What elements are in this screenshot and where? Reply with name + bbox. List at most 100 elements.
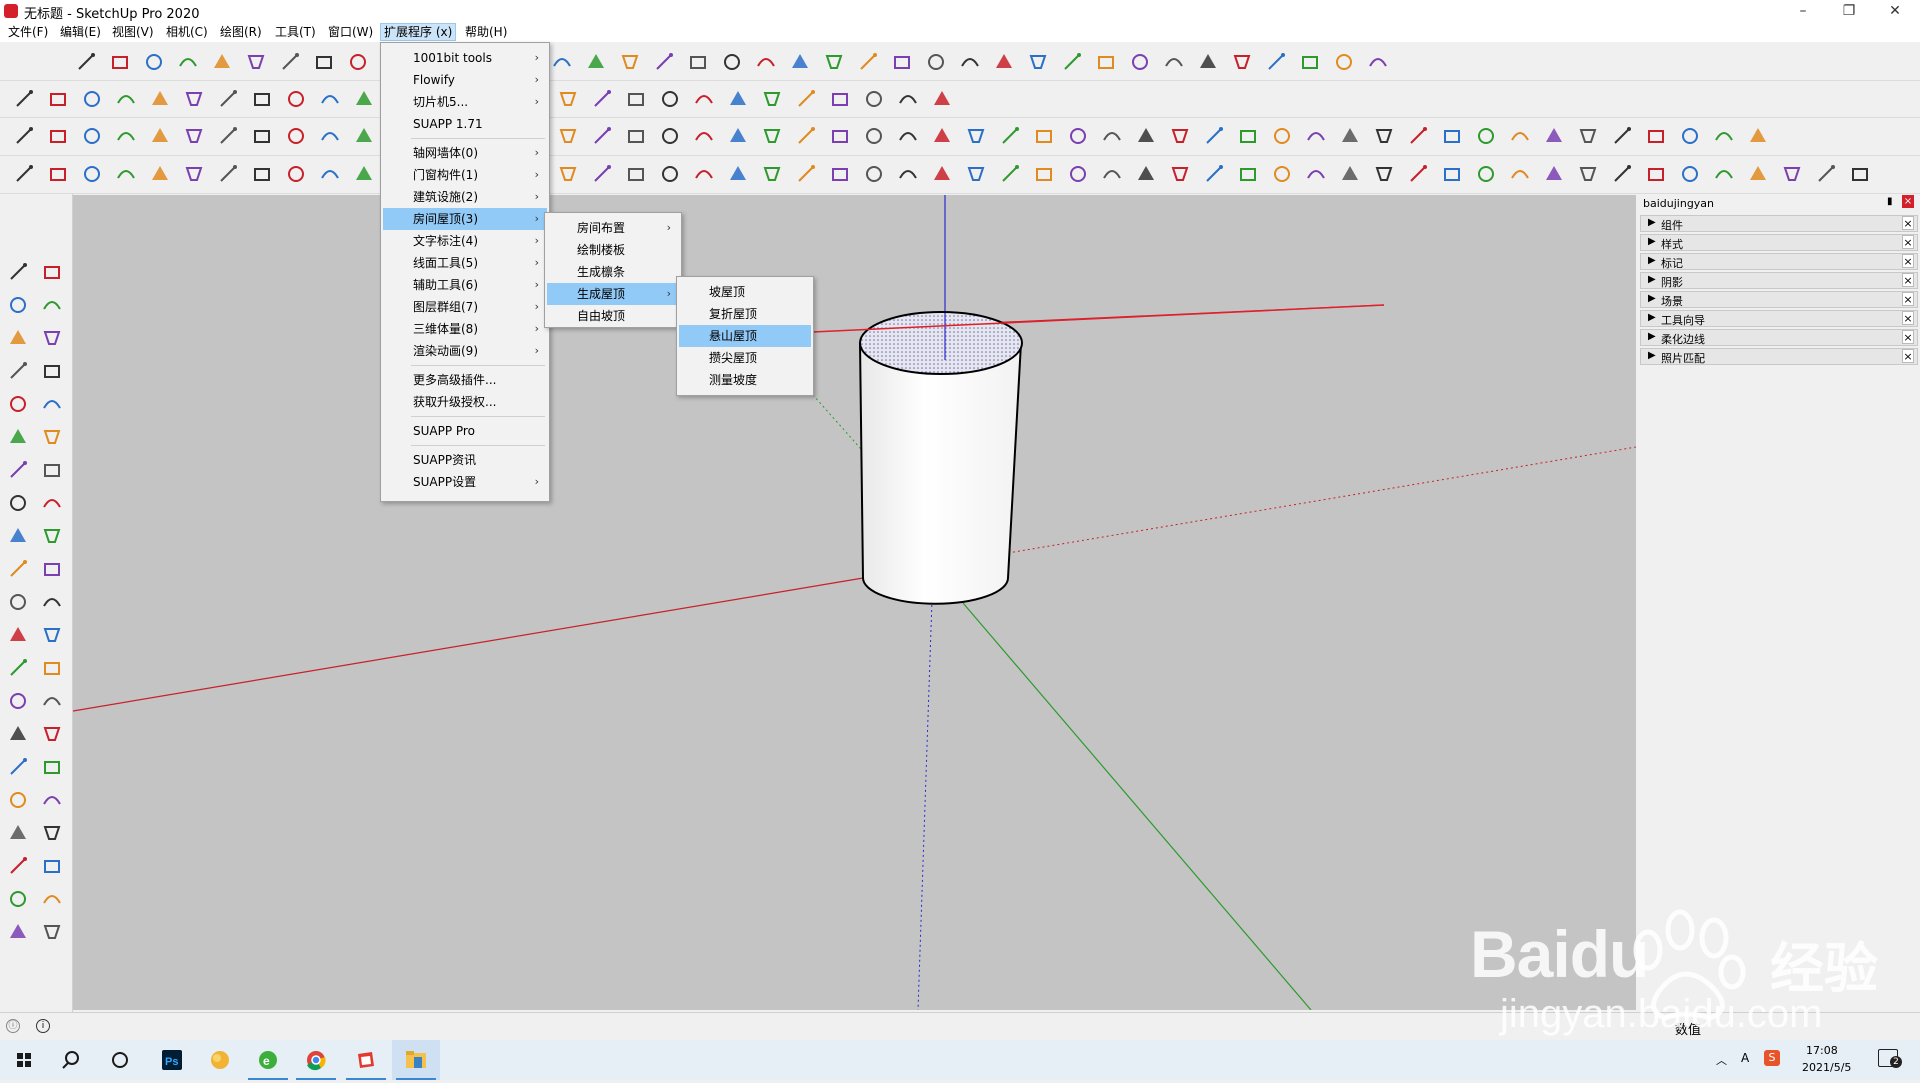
- row1-tool-icon[interactable]: [278, 50, 302, 74]
- row1-tool-icon[interactable]: [74, 50, 98, 74]
- row4-tool-icon[interactable]: [1848, 162, 1872, 186]
- palette-tool-icon[interactable]: [40, 854, 64, 878]
- roof-menu-item-4[interactable]: 测量坡度: [679, 369, 811, 391]
- row1-tool-icon[interactable]: [822, 50, 846, 74]
- row3-tool-icon[interactable]: [114, 124, 138, 148]
- row4-tool-icon[interactable]: [148, 162, 172, 186]
- info-icon[interactable]: i: [36, 1019, 50, 1033]
- row4-tool-icon[interactable]: [1372, 162, 1396, 186]
- menu-edit[interactable]: 编辑(E): [57, 24, 104, 40]
- tray-close-icon[interactable]: ×: [1902, 195, 1914, 208]
- row2-tool-icon[interactable]: [318, 87, 342, 111]
- row3-tool-icon[interactable]: [1406, 124, 1430, 148]
- tray-panel-4[interactable]: ▶ 场景 ×: [1640, 291, 1918, 308]
- row3-tool-icon[interactable]: [1610, 124, 1634, 148]
- row4-tool-icon[interactable]: [1678, 162, 1702, 186]
- ext-menu-item-11[interactable]: 图层群组(7) ›: [383, 296, 547, 318]
- room-roof-menu-item-2[interactable]: 生成檩条: [547, 261, 679, 283]
- palette-tool-icon[interactable]: [40, 557, 64, 581]
- menu-view[interactable]: 视图(V): [109, 24, 157, 40]
- roof-menu-item-0[interactable]: 坡屋顶: [679, 281, 811, 303]
- ext-menu-item-2[interactable]: 切片机5... ›: [383, 91, 547, 113]
- ext-menu-item-5[interactable]: 门窗构件(1) ›: [383, 164, 547, 186]
- row3-tool-icon[interactable]: [1644, 124, 1668, 148]
- drawing-viewport[interactable]: [73, 195, 1636, 1010]
- row1-tool-icon[interactable]: [720, 50, 744, 74]
- tray-panel-2[interactable]: ▶ 标记 ×: [1640, 253, 1918, 270]
- palette-tool-icon[interactable]: [40, 755, 64, 779]
- row2-tool-icon[interactable]: [828, 87, 852, 111]
- row2-tool-icon[interactable]: [794, 87, 818, 111]
- row2-tool-icon[interactable]: [216, 87, 240, 111]
- row3-tool-icon[interactable]: [318, 124, 342, 148]
- ext-menu-item-8[interactable]: 文字标注(4) ›: [383, 230, 547, 252]
- row2-tool-icon[interactable]: [556, 87, 580, 111]
- row2-tool-icon[interactable]: [624, 87, 648, 111]
- palette-tool-icon[interactable]: [6, 425, 30, 449]
- row1-tool-icon[interactable]: [856, 50, 880, 74]
- palette-tool-icon[interactable]: [6, 689, 30, 713]
- row3-tool-icon[interactable]: [1338, 124, 1362, 148]
- row4-tool-icon[interactable]: [46, 162, 70, 186]
- panel-close-icon[interactable]: ×: [1902, 235, 1914, 249]
- row4-tool-icon[interactable]: [1542, 162, 1566, 186]
- palette-tool-icon[interactable]: [40, 788, 64, 812]
- menu-tools[interactable]: 工具(T): [272, 24, 319, 40]
- palette-tool-icon[interactable]: [6, 656, 30, 680]
- row1-tool-icon[interactable]: [584, 50, 608, 74]
- palette-tool-icon[interactable]: [40, 524, 64, 548]
- row4-tool-icon[interactable]: [1304, 162, 1328, 186]
- row4-tool-icon[interactable]: [794, 162, 818, 186]
- row3-tool-icon[interactable]: [726, 124, 750, 148]
- geo-location-icon[interactable]: ⓘ: [6, 1019, 20, 1033]
- ext-menu-item-7[interactable]: 房间屋顶(3) ›: [383, 208, 547, 230]
- row3-tool-icon[interactable]: [182, 124, 206, 148]
- row4-tool-icon[interactable]: [624, 162, 648, 186]
- room-roof-menu-item-3[interactable]: 生成屋顶 ›: [547, 283, 679, 305]
- row2-tool-icon[interactable]: [12, 87, 36, 111]
- palette-tool-icon[interactable]: [40, 722, 64, 746]
- menu-window[interactable]: 窗口(W): [325, 24, 376, 40]
- tray-panel-1[interactable]: ▶ 样式 ×: [1640, 234, 1918, 251]
- row3-tool-icon[interactable]: [1304, 124, 1328, 148]
- row4-tool-icon[interactable]: [1508, 162, 1532, 186]
- row1-tool-icon[interactable]: [924, 50, 948, 74]
- palette-tool-icon[interactable]: [40, 623, 64, 647]
- palette-tool-icon[interactable]: [40, 887, 64, 911]
- pin-icon[interactable]: ▮: [1887, 196, 1893, 207]
- palette-tool-icon[interactable]: [40, 392, 64, 416]
- row2-tool-icon[interactable]: [658, 87, 682, 111]
- ext-menu-item-4[interactable]: 轴网墙体(0) ›: [383, 142, 547, 164]
- row3-tool-icon[interactable]: [1746, 124, 1770, 148]
- row3-tool-icon[interactable]: [12, 124, 36, 148]
- row2-tool-icon[interactable]: [590, 87, 614, 111]
- ext-menu-item-9[interactable]: 线面工具(5) ›: [383, 252, 547, 274]
- row2-tool-icon[interactable]: [896, 87, 920, 111]
- palette-tool-icon[interactable]: [40, 689, 64, 713]
- row4-tool-icon[interactable]: [828, 162, 852, 186]
- roof-menu-item-3[interactable]: 攒尖屋顶: [679, 347, 811, 369]
- room-roof-menu-item-4[interactable]: 自由坡顶: [547, 305, 679, 327]
- row3-tool-icon[interactable]: [80, 124, 104, 148]
- search-icon[interactable]: [48, 1040, 96, 1080]
- row1-tool-icon[interactable]: [1128, 50, 1152, 74]
- row1-tool-icon[interactable]: [992, 50, 1016, 74]
- palette-tool-icon[interactable]: [6, 920, 30, 944]
- row3-tool-icon[interactable]: [1440, 124, 1464, 148]
- palette-tool-icon[interactable]: [6, 623, 30, 647]
- row1-tool-icon[interactable]: [176, 50, 200, 74]
- palette-tool-icon[interactable]: [6, 854, 30, 878]
- row4-tool-icon[interactable]: [1236, 162, 1260, 186]
- palette-tool-icon[interactable]: [40, 260, 64, 284]
- palette-tool-icon[interactable]: [6, 788, 30, 812]
- ext-menu-item-12[interactable]: 三维体量(8) ›: [383, 318, 547, 340]
- start-button[interactable]: [0, 1040, 48, 1080]
- row3-tool-icon[interactable]: [46, 124, 70, 148]
- row4-tool-icon[interactable]: [80, 162, 104, 186]
- panel-close-icon[interactable]: ×: [1902, 330, 1914, 344]
- row3-tool-icon[interactable]: [556, 124, 580, 148]
- row4-tool-icon[interactable]: [1644, 162, 1668, 186]
- palette-tool-icon[interactable]: [6, 722, 30, 746]
- row1-tool-icon[interactable]: [890, 50, 914, 74]
- row1-tool-icon[interactable]: [1196, 50, 1220, 74]
